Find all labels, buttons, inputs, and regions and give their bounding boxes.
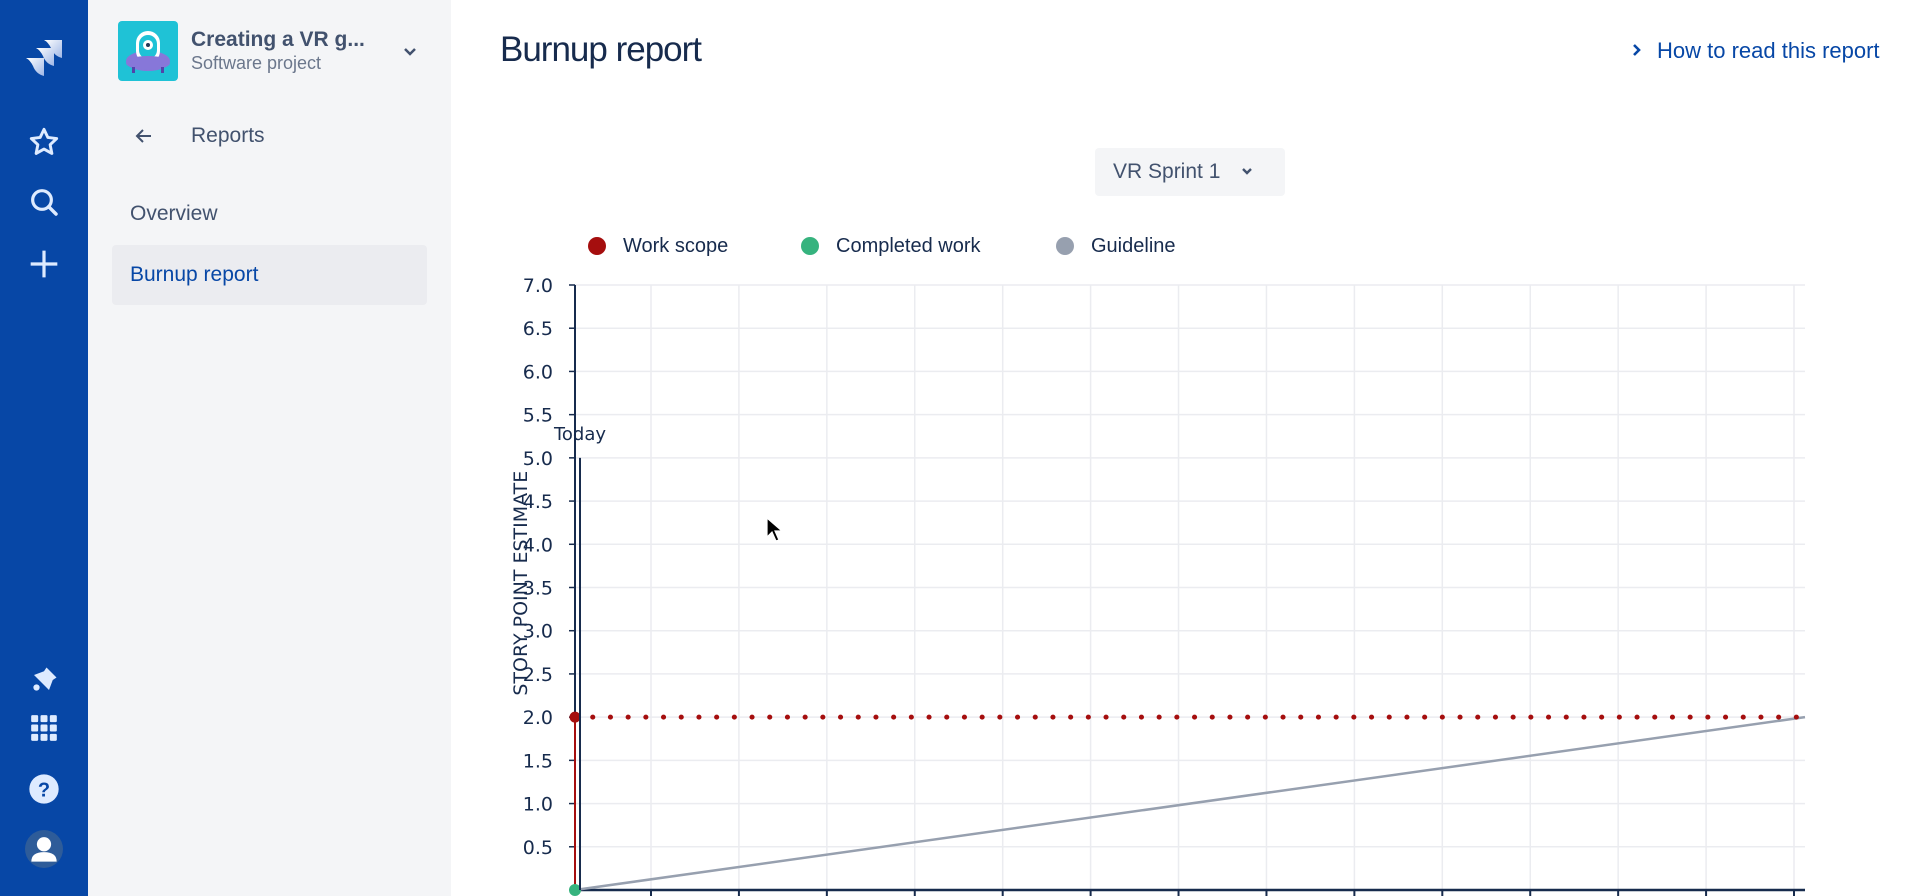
- legend-dot-work-scope: [588, 237, 606, 255]
- arrow-left-icon[interactable]: [130, 122, 158, 150]
- back-to-reports: Reports: [130, 118, 265, 154]
- mouse-cursor-icon: [766, 516, 784, 548]
- project-name: Creating a VR g...: [191, 28, 365, 51]
- create-icon[interactable]: [20, 240, 68, 288]
- how-to-read-link[interactable]: How to read this report: [1631, 38, 1880, 64]
- sidebar-item-label: Burnup report: [130, 263, 259, 286]
- global-nav: ?: [0, 0, 88, 896]
- sidebar-item-burnup-report[interactable]: Burnup report: [112, 245, 427, 305]
- legend-item-completed-work: Completed work: [801, 232, 981, 260]
- how-to-read-label: How to read this report: [1657, 38, 1880, 63]
- chevron-down-icon[interactable]: [398, 39, 422, 63]
- app-switcher-icon[interactable]: [20, 704, 68, 752]
- chevron-right-icon: [1631, 41, 1643, 62]
- sidebar-item-overview[interactable]: Overview: [112, 184, 427, 244]
- main-content: Burnup report How to read this report VR…: [451, 0, 1920, 896]
- svg-text:?: ?: [38, 779, 50, 801]
- legend-item-guideline: Guideline: [1056, 232, 1176, 260]
- project-avatar: [118, 21, 178, 81]
- jira-logo-icon[interactable]: [20, 35, 68, 83]
- star-icon[interactable]: [20, 118, 68, 166]
- reports-heading: Reports: [191, 124, 265, 147]
- project-switcher[interactable]: Creating a VR g... Software project: [118, 21, 448, 81]
- help-icon[interactable]: ?: [20, 765, 68, 813]
- sidebar-item-label: Overview: [130, 202, 218, 225]
- project-type: Software project: [191, 53, 322, 73]
- legend-dot-guideline: [1056, 237, 1074, 255]
- legend-dot-completed-work: [801, 237, 819, 255]
- legend-label: Completed work: [836, 234, 981, 257]
- project-sidebar: Creating a VR g... Software project Repo…: [88, 0, 451, 896]
- legend-label: Guideline: [1091, 234, 1176, 257]
- legend-item-work-scope: Work scope: [588, 232, 728, 260]
- notifications-icon[interactable]: [20, 656, 68, 704]
- chevron-down-icon: [1240, 160, 1254, 184]
- sprint-select[interactable]: VR Sprint 1: [1095, 148, 1285, 196]
- sprint-select-value: VR Sprint 1: [1113, 160, 1221, 183]
- page-title: Burnup report: [500, 30, 702, 69]
- search-icon[interactable]: [20, 178, 68, 226]
- profile-avatar-icon[interactable]: [20, 825, 68, 873]
- legend-label: Work scope: [623, 234, 729, 257]
